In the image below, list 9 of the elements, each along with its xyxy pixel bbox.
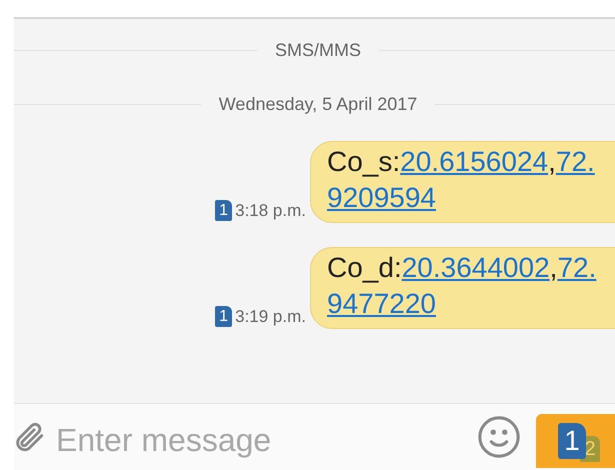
message-text: Co_d:20.3644002,72.9477220 <box>327 251 598 321</box>
sim-badge: 1 <box>215 306 232 327</box>
channel-divider: SMS/MMS <box>275 40 362 60</box>
message-text: Co_s:20.6156024,72.9209594 <box>327 145 596 215</box>
message-time: 3:19 p.m. <box>235 306 306 326</box>
date-divider: Wednesday, 5 April 2017 <box>218 94 418 114</box>
message-time: 3:18 p.m. <box>235 200 306 220</box>
emoji-icon[interactable] <box>476 414 522 460</box>
sim-badge: 1 <box>215 200 232 221</box>
